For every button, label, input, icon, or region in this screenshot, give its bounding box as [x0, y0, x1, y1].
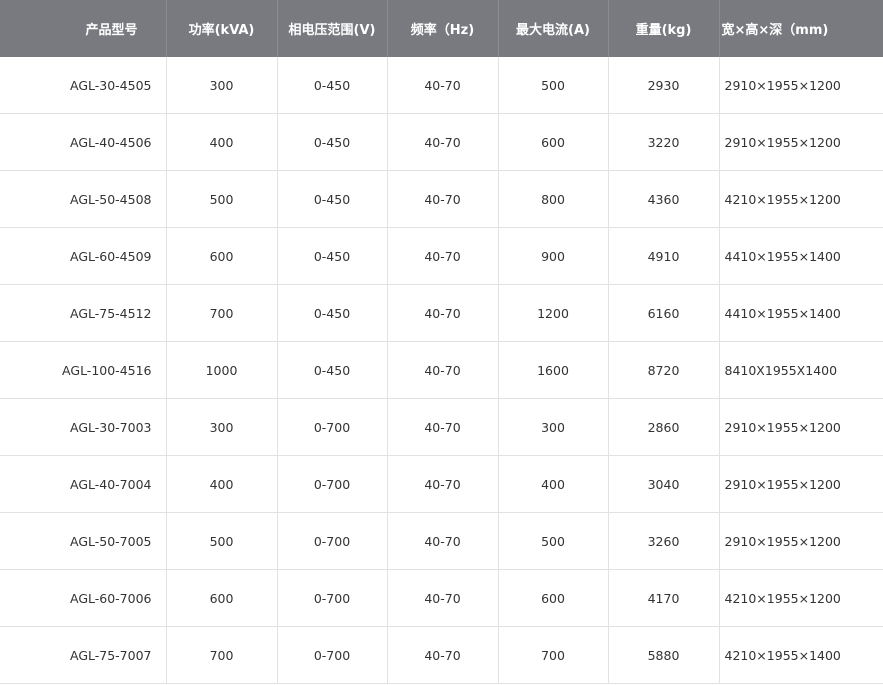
cell-dimensions: 2910×1955×1200 — [719, 113, 883, 171]
cell-phase-voltage: 0-450 — [277, 227, 388, 285]
cell-dimensions: 2910×1955×1200 — [719, 512, 883, 570]
table-header: 产品型号 功率(kVA) 相电压范围(V) 频率（Hz) 最大电流(A) 重量(… — [0, 0, 883, 57]
header-weight: 重量(kg) — [608, 0, 720, 57]
cell-dimensions: 4210×1955×1200 — [719, 569, 883, 627]
cell-model: AGL-40-7004 — [0, 455, 167, 513]
table-row: AGL-40-7004 400 0-700 40-70 400 3040 291… — [0, 455, 883, 513]
table-row: AGL-40-4506 400 0-450 40-70 600 3220 291… — [0, 113, 883, 171]
table-row: AGL-50-7005 500 0-700 40-70 500 3260 291… — [0, 512, 883, 570]
cell-phase-voltage: 0-700 — [277, 512, 388, 570]
header-phase-voltage: 相电压范围(V) — [277, 0, 388, 57]
cell-frequency: 40-70 — [387, 170, 499, 228]
cell-weight: 8720 — [608, 341, 720, 399]
cell-model: AGL-50-7005 — [0, 512, 167, 570]
cell-dimensions: 4410×1955×1400 — [719, 227, 883, 285]
header-dimensions: 宽×高×深（mm) — [719, 0, 883, 57]
cell-frequency: 40-70 — [387, 57, 499, 114]
cell-weight: 2930 — [608, 57, 720, 114]
header-power: 功率(kVA) — [166, 0, 278, 57]
spec-table: 产品型号 功率(kVA) 相电压范围(V) 频率（Hz) 最大电流(A) 重量(… — [0, 0, 883, 684]
cell-phase-voltage: 0-700 — [277, 455, 388, 513]
cell-phase-voltage: 0-700 — [277, 626, 388, 684]
table-row: AGL-30-4505 300 0-450 40-70 500 2930 291… — [0, 57, 883, 114]
cell-max-current: 600 — [498, 113, 609, 171]
cell-weight: 4360 — [608, 170, 720, 228]
cell-model: AGL-75-4512 — [0, 284, 167, 342]
cell-power: 700 — [166, 626, 278, 684]
cell-max-current: 500 — [498, 57, 609, 114]
header-frequency: 频率（Hz) — [387, 0, 499, 57]
cell-max-current: 400 — [498, 455, 609, 513]
cell-phase-voltage: 0-450 — [277, 170, 388, 228]
cell-frequency: 40-70 — [387, 626, 499, 684]
cell-model: AGL-100-4516 — [0, 341, 167, 399]
cell-max-current: 700 — [498, 626, 609, 684]
cell-model: AGL-40-4506 — [0, 113, 167, 171]
cell-frequency: 40-70 — [387, 284, 499, 342]
cell-power: 1000 — [166, 341, 278, 399]
table-body: AGL-30-4505 300 0-450 40-70 500 2930 291… — [0, 57, 883, 684]
cell-power: 500 — [166, 512, 278, 570]
cell-frequency: 40-70 — [387, 398, 499, 456]
cell-power: 600 — [166, 227, 278, 285]
cell-model: AGL-30-4505 — [0, 57, 167, 114]
cell-phase-voltage: 0-700 — [277, 398, 388, 456]
table-row: AGL-100-4516 1000 0-450 40-70 1600 8720 … — [0, 341, 883, 399]
cell-dimensions: 2910×1955×1200 — [719, 455, 883, 513]
cell-dimensions: 4210×1955×1400 — [719, 626, 883, 684]
cell-weight: 3260 — [608, 512, 720, 570]
cell-power: 600 — [166, 569, 278, 627]
cell-max-current: 300 — [498, 398, 609, 456]
cell-dimensions: 4410×1955×1400 — [719, 284, 883, 342]
cell-dimensions: 8410X1955X1400 — [719, 341, 883, 399]
cell-power: 300 — [166, 398, 278, 456]
cell-max-current: 500 — [498, 512, 609, 570]
table-row: AGL-30-7003 300 0-700 40-70 300 2860 291… — [0, 398, 883, 456]
cell-model: AGL-60-4509 — [0, 227, 167, 285]
cell-model: AGL-75-7007 — [0, 626, 167, 684]
cell-weight: 5880 — [608, 626, 720, 684]
cell-phase-voltage: 0-700 — [277, 569, 388, 627]
cell-frequency: 40-70 — [387, 113, 499, 171]
cell-power: 300 — [166, 57, 278, 114]
cell-frequency: 40-70 — [387, 341, 499, 399]
cell-dimensions: 4210×1955×1200 — [719, 170, 883, 228]
cell-power: 500 — [166, 170, 278, 228]
table-row: AGL-60-4509 600 0-450 40-70 900 4910 441… — [0, 227, 883, 285]
cell-frequency: 40-70 — [387, 569, 499, 627]
table-row: AGL-60-7006 600 0-700 40-70 600 4170 421… — [0, 569, 883, 627]
cell-dimensions: 2910×1955×1200 — [719, 398, 883, 456]
table-row: AGL-75-4512 700 0-450 40-70 1200 6160 44… — [0, 284, 883, 342]
header-row: 产品型号 功率(kVA) 相电压范围(V) 频率（Hz) 最大电流(A) 重量(… — [0, 0, 883, 57]
cell-weight: 3040 — [608, 455, 720, 513]
cell-weight: 6160 — [608, 284, 720, 342]
cell-max-current: 1600 — [498, 341, 609, 399]
table-row: AGL-50-4508 500 0-450 40-70 800 4360 421… — [0, 170, 883, 228]
cell-phase-voltage: 0-450 — [277, 341, 388, 399]
cell-frequency: 40-70 — [387, 512, 499, 570]
cell-max-current: 600 — [498, 569, 609, 627]
cell-model: AGL-60-7006 — [0, 569, 167, 627]
cell-frequency: 40-70 — [387, 455, 499, 513]
cell-dimensions: 2910×1955×1200 — [719, 57, 883, 114]
cell-weight: 4910 — [608, 227, 720, 285]
cell-phase-voltage: 0-450 — [277, 284, 388, 342]
cell-phase-voltage: 0-450 — [277, 113, 388, 171]
cell-model: AGL-50-4508 — [0, 170, 167, 228]
cell-power: 400 — [166, 113, 278, 171]
cell-phase-voltage: 0-450 — [277, 57, 388, 114]
cell-power: 400 — [166, 455, 278, 513]
cell-model: AGL-30-7003 — [0, 398, 167, 456]
cell-power: 700 — [166, 284, 278, 342]
cell-max-current: 900 — [498, 227, 609, 285]
header-max-current: 最大电流(A) — [498, 0, 609, 57]
table-row: AGL-75-7007 700 0-700 40-70 700 5880 421… — [0, 626, 883, 684]
header-model: 产品型号 — [0, 0, 167, 57]
cell-max-current: 800 — [498, 170, 609, 228]
cell-max-current: 1200 — [498, 284, 609, 342]
cell-weight: 4170 — [608, 569, 720, 627]
cell-weight: 2860 — [608, 398, 720, 456]
cell-weight: 3220 — [608, 113, 720, 171]
cell-frequency: 40-70 — [387, 227, 499, 285]
